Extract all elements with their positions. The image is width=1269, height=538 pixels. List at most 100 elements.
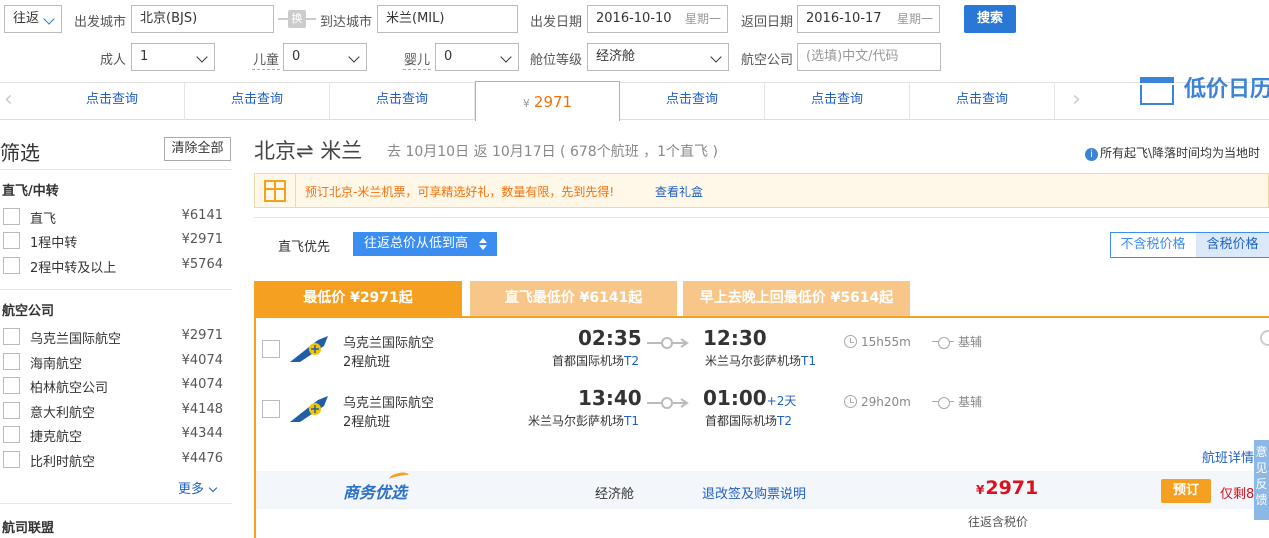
timezone-note: i 所有起飞\降落时间均为当地时	[1085, 144, 1260, 161]
checkbox[interactable]	[3, 257, 20, 274]
tax-included-option[interactable]: 含税价格	[1196, 233, 1269, 257]
cabin-label: 舱位等级	[530, 53, 583, 68]
more-airlines-link[interactable]: 更多	[178, 478, 218, 497]
airlines-heading: 航空公司	[2, 304, 55, 319]
feedback-tab[interactable]: 意见反馈	[1254, 440, 1269, 520]
next-dates-icon[interactable]: ›	[1072, 87, 1081, 112]
terminal: T1	[801, 354, 816, 368]
filter-option[interactable]: 2程中转及以上 ¥5764	[3, 257, 223, 276]
book-button[interactable]: 预订	[1161, 479, 1211, 503]
child-select[interactable]: 0	[283, 43, 367, 71]
clock-icon	[844, 395, 857, 408]
checkbox[interactable]	[3, 328, 20, 345]
filter-option-label: 1程中转	[30, 236, 78, 251]
cabin-select[interactable]: 经济舱	[587, 43, 729, 71]
tax-excluded-option[interactable]: 不含税价格	[1111, 233, 1195, 257]
checkbox[interactable]	[3, 377, 20, 394]
sort-by-price-button[interactable]: 往返总价从低到高	[353, 232, 497, 256]
date-cell-selected[interactable]: ¥2971	[475, 81, 620, 121]
date-price-strip: ‹ 点击查询 点击查询 点击查询 ¥2971 点击查询 点击查询 点击查询 › …	[0, 77, 1269, 121]
trip-type-value: 往返	[13, 11, 40, 26]
dep-city-input[interactable]: 北京(BJS)	[131, 5, 274, 33]
filter-sidebar: 筛选 清除全部 直飞/中转 直飞 ¥6141 1程中转 ¥2971 2程中转及以…	[0, 121, 232, 538]
search-button[interactable]: 搜索	[964, 5, 1016, 33]
fare-cabin: 经济舱	[595, 487, 635, 502]
date-cell[interactable]: 点击查询	[620, 83, 765, 120]
prev-dates-icon[interactable]: ‹	[4, 87, 13, 112]
infant-value: 0	[444, 49, 453, 64]
checkbox[interactable]	[3, 402, 20, 419]
flight-details-link[interactable]: 航班详情	[1202, 447, 1254, 466]
date-cell[interactable]: 点击查询	[40, 83, 185, 120]
low-price-calendar-link[interactable]: 低价日历	[1184, 71, 1269, 103]
tab-direct-lowest[interactable]: 直飞最低价 ¥6141起	[470, 281, 677, 316]
chevron-down-icon	[43, 13, 55, 25]
checkbox[interactable]	[3, 451, 20, 468]
route-title: 北京⇌ 米兰	[254, 139, 363, 163]
gift-icon	[264, 180, 286, 202]
filter-option-price: ¥5764	[181, 257, 223, 272]
filter-option[interactable]: 比利时航空 ¥4476	[3, 451, 223, 470]
filter-option-price: ¥6141	[181, 208, 223, 223]
dep-date-input[interactable]: 2016-10-10 星期一	[587, 5, 728, 33]
flight-segment-outbound: 乌克兰国际航空 2程航班 02:35 首都国际机场T2 12:30 米兰马尔彭萨…	[256, 318, 1269, 378]
adult-label: 成人	[100, 53, 127, 68]
view-gift-link[interactable]: 查看礼盒	[655, 183, 703, 200]
checkbox[interactable]	[3, 426, 20, 443]
infant-select[interactable]: 0	[435, 43, 519, 71]
airline-input[interactable]: (选填)中文/代码	[797, 43, 941, 71]
stops-count: 2程航班	[343, 415, 391, 430]
terminal: T2	[777, 414, 792, 428]
infant-label: 婴儿	[404, 53, 431, 68]
select-checkbox[interactable]	[262, 400, 280, 418]
arr-city-label: 到达城市	[320, 15, 373, 30]
arrival-airport: 首都国际机场T2	[705, 414, 792, 428]
tab-morning-evening-lowest[interactable]: 早上去晚上回最低价 ¥5614起	[683, 281, 910, 316]
dep-date-value: 2016-10-10	[596, 11, 672, 26]
chevron-down-icon	[500, 51, 512, 63]
currency-symbol: ¥	[522, 97, 530, 110]
refund-policy-link[interactable]: 退改签及购票说明	[702, 483, 806, 502]
filter-title: 筛选	[0, 141, 40, 165]
search-form: 往返 出发城市 北京(BJS) 换 到达城市 米兰(MIL) 出发日期 2016…	[0, 0, 1269, 82]
dep-city-value: 北京(BJS)	[140, 11, 198, 26]
ret-date-input[interactable]: 2016-10-17 星期一	[797, 5, 940, 33]
flight-duration: 29h20m	[844, 393, 911, 409]
tab-lowest-price[interactable]: 最低价 ¥2971起	[254, 281, 462, 316]
adult-select[interactable]: 1	[131, 43, 215, 71]
date-cell[interactable]: 点击查询	[330, 83, 475, 120]
currency-symbol: ¥	[976, 483, 985, 497]
chevron-down-icon	[348, 51, 360, 63]
checkbox[interactable]	[3, 208, 20, 225]
checkbox[interactable]	[3, 232, 20, 249]
flight-arrow-icon	[647, 397, 689, 409]
clear-all-button[interactable]: 清除全部	[164, 137, 231, 161]
date-cell[interactable]: 点击查询	[185, 83, 330, 120]
dep-date-label: 出发日期	[530, 15, 583, 30]
select-checkbox[interactable]	[262, 340, 280, 358]
filter-option[interactable]: 直飞 ¥6141	[3, 208, 223, 227]
swap-cities-button[interactable]: 换	[278, 10, 316, 28]
transfer-icon	[932, 397, 954, 409]
departure-airport: 首都国际机场T2	[552, 354, 639, 368]
ret-weekday: 星期一	[896, 12, 933, 26]
filter-option[interactable]: 1程中转 ¥2971	[3, 232, 223, 251]
flight-arrow-icon	[647, 337, 689, 349]
departure-time: 13:40	[578, 386, 642, 410]
trip-type-select[interactable]: 往返	[4, 5, 62, 33]
filter-option[interactable]: 海南航空 ¥4074	[3, 353, 223, 372]
checkbox[interactable]	[3, 353, 20, 370]
date-cell[interactable]: 点击查询	[910, 83, 1055, 120]
filter-option[interactable]: 捷克航空 ¥4344	[3, 426, 223, 445]
arr-city-input[interactable]: 米兰(MIL)	[377, 5, 518, 33]
alliance-heading: 航司联盟	[2, 521, 55, 536]
child-value: 0	[292, 49, 301, 64]
calendar-icon[interactable]	[1140, 77, 1174, 105]
filter-option[interactable]: 乌克兰国际航空 ¥2971	[3, 328, 223, 347]
sort-direct-first[interactable]: 直飞优先	[278, 236, 330, 255]
flight-segment-return: 乌克兰国际航空 2程航班 13:40 米兰马尔彭萨机场T1 01:00+2天 首…	[256, 378, 1269, 438]
date-cell[interactable]: 点击查询	[765, 83, 910, 120]
filter-option[interactable]: 意大利航空 ¥4148	[3, 402, 223, 421]
ukraine-airlines-logo	[290, 336, 328, 362]
filter-option[interactable]: 柏林航空公司 ¥4074	[3, 377, 223, 396]
